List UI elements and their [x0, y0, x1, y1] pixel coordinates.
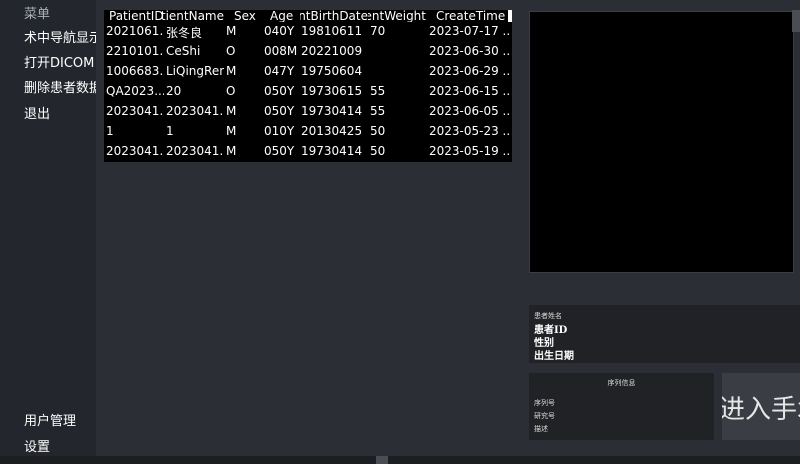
table-cell: 50 — [370, 124, 386, 138]
table-cell: LiQingRen — [166, 64, 224, 78]
menu-item-delete-patient[interactable]: 删除患者数据 — [24, 77, 96, 96]
table-cell: 2023-06-30 ... — [429, 44, 509, 58]
table-row[interactable]: 2023041...2023041...M050Y19730414502023-… — [104, 142, 512, 162]
table-cell: 050Y — [264, 144, 295, 158]
table-cell: M — [226, 104, 237, 118]
table-cell: 2023-05-23 ... — [429, 124, 509, 138]
series-info-panel: 序列信息 序列号 研究号 描述 — [529, 373, 714, 440]
column-header-label: PatientName — [161, 10, 224, 22]
column-header-label: PatientWeight — [368, 10, 426, 22]
table-cell: 050Y — [264, 104, 295, 118]
table-cell: 19730414 — [301, 104, 363, 118]
table-cell: M — [226, 64, 237, 78]
description-label: 描述 — [534, 425, 548, 433]
column-header[interactable]: Sex — [234, 10, 256, 22]
series-info-title: 序列信息 — [607, 379, 636, 387]
table-cell: 040Y — [264, 24, 295, 38]
table-cell: 2023041... — [166, 144, 224, 158]
table-row[interactable]: 2210101...CeShi O 008M20221009 2023-06-30 .… — [104, 42, 512, 62]
table-cell: O — [226, 84, 236, 98]
vertical-scrollbar-thumb[interactable] — [792, 10, 800, 32]
horizontal-scrollbar[interactable] — [0, 456, 800, 464]
table-cell: 2023041... — [106, 144, 164, 158]
table-cell: 1 — [166, 124, 174, 138]
horizontal-scrollbar-thumb[interactable] — [376, 456, 388, 464]
column-header[interactable]: PatientID — [109, 10, 164, 22]
column-header[interactable]: Age — [270, 10, 293, 22]
column-header[interactable]: PatientBirthDate — [300, 10, 368, 22]
table-cell: 50 — [370, 144, 386, 158]
table-cell: 55 — [370, 84, 386, 98]
table-row[interactable]: 1006683...LiQingRenM 047Y 19750604 2023-06-… — [104, 62, 512, 82]
table-row[interactable]: 1 1 M 010Y 20130425 50 2023-05-23 ... — [104, 122, 512, 142]
table-cell: 2021061... — [106, 24, 164, 38]
header-scroll-indicator — [508, 10, 512, 22]
table-header: PatientID PatientName Sex Age PatientBir… — [104, 10, 512, 22]
menu-item-user-management[interactable]: 用户管理 — [24, 410, 76, 429]
table-cell: 047Y — [264, 64, 295, 78]
table-cell: M — [226, 24, 237, 38]
table-cell: 2023-06-29 ... — [429, 64, 509, 78]
table-cell: M — [226, 144, 237, 158]
table-cell: 1 — [106, 124, 114, 138]
image-viewer[interactable] — [529, 11, 794, 273]
table-cell: 2023041... — [166, 104, 224, 118]
table-cell: 2023-06-05 ... — [429, 104, 509, 118]
column-header-label: PatientBirthDate — [300, 10, 368, 22]
table-cell: 20221009 — [301, 44, 363, 58]
table-cell: 1006683... — [106, 64, 164, 78]
table-cell: 70 — [370, 24, 386, 38]
table-cell: 2210101... — [106, 44, 164, 58]
table-cell: 20130425 — [301, 124, 363, 138]
table-cell: 2023-06-15 ... — [429, 84, 509, 98]
menu-item-settings[interactable]: 设置 — [24, 436, 50, 455]
table-cell: CeShi — [166, 44, 201, 58]
column-header[interactable]: CreateTime — [436, 10, 505, 22]
column-header[interactable]: PatientName — [161, 10, 224, 22]
table-cell: O — [226, 44, 236, 58]
column-header[interactable]: PatientWeight — [368, 10, 426, 22]
sidebar: 菜单 术中导航显示 打开DICOM 删除患者数据 退出 用户管理 设置 — [0, 0, 96, 456]
menu-title: 菜单 — [24, 7, 51, 22]
patient-birthdate-label: 出生日期 — [534, 351, 574, 362]
enter-surgery-label: 进入手术 — [722, 395, 800, 425]
table-cell: 55 — [370, 104, 386, 118]
table-cell: 010Y — [264, 124, 295, 138]
table-cell: QA2023... — [106, 84, 164, 98]
table-cell: 008M — [264, 44, 298, 58]
enter-surgery-button[interactable]: 进入手术 — [722, 373, 800, 440]
table-cell: 2023-05-19 ... — [429, 144, 509, 158]
table-row[interactable]: 2023041...2023041...M050Y19730414552023-… — [104, 102, 512, 122]
table-cell: M — [226, 124, 237, 138]
table-cell: 2023-07-17 ... — [429, 24, 509, 38]
table-cell: 张冬良 — [166, 26, 203, 40]
patient-table[interactable]: PatientID PatientName Sex Age PatientBir… — [104, 10, 512, 162]
menu-item-intraop-navigation[interactable]: 术中导航显示 — [24, 27, 96, 46]
menu-item-exit[interactable]: 退出 — [24, 103, 50, 122]
table-row[interactable]: QA2023... 20 O 050Y 19730615 55 2023-06-15 ... — [104, 82, 512, 102]
study-number-label: 研究号 — [534, 412, 555, 420]
patient-name-label: 患者姓名 — [534, 312, 562, 320]
table-cell: 20 — [166, 84, 182, 98]
table-cell: 19810611 — [301, 24, 363, 38]
table-cell: 19750604 — [301, 64, 363, 78]
table-row[interactable]: 2021061...张冬良 M 040Y 19810611 70 2023-07-17 .… — [104, 22, 512, 42]
menu-item-open-dicom[interactable]: 打开DICOM — [24, 52, 94, 71]
table-cell: 19730414 — [301, 144, 363, 158]
table-cell: 19730615 — [301, 84, 363, 98]
table-cell: 050Y — [264, 84, 295, 98]
patient-info-panel: 患者姓名 患者ID 性别 出生日期 — [529, 305, 800, 363]
table-cell: 2023041... — [106, 104, 164, 118]
series-number-label: 序列号 — [534, 399, 555, 407]
